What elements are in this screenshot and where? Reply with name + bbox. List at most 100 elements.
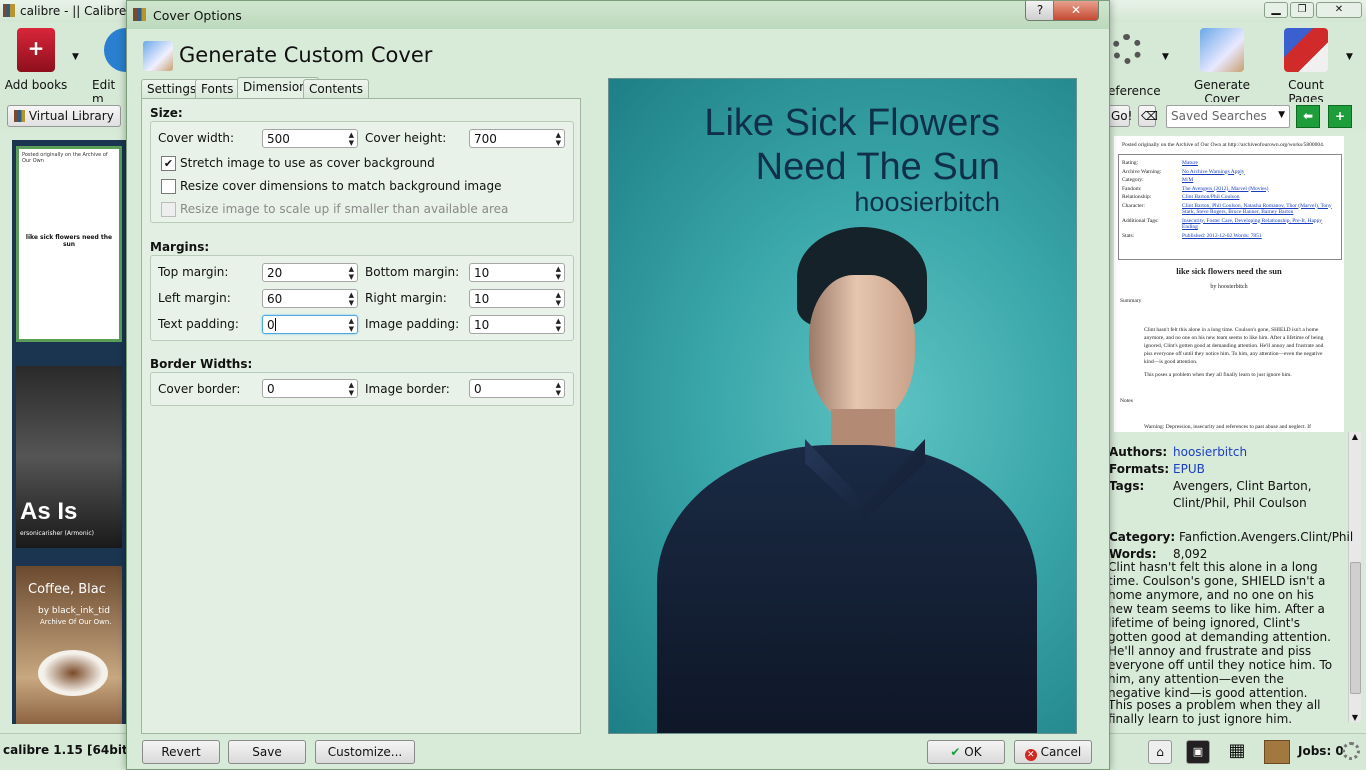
help-button[interactable]: ? <box>1025 1 1055 21</box>
preview-author: hoosierbitch <box>854 187 1000 217</box>
cover-height-spinbox[interactable]: 700 ▲ ▼ <box>469 129 565 148</box>
top-margin-label: Top margin: <box>158 265 229 279</box>
spin-arrows-icon[interactable]: ▲ ▼ <box>556 265 561 281</box>
metadata-value[interactable]: Clint Barton/Phil Coulson <box>1182 194 1239 201</box>
count-pages-button[interactable]: Count Pages <box>1270 28 1342 106</box>
dialog-close-button[interactable]: ✕ <box>1053 1 1099 21</box>
stretch-image-checkbox[interactable]: ✔ <box>161 156 176 171</box>
authors-link[interactable]: hoosierbitch <box>1173 444 1247 461</box>
cover-flow-icon[interactable]: ▣ <box>1186 740 1210 764</box>
metadata-value[interactable]: The Avengers (2012), Marvel (Movies) <box>1182 186 1269 193</box>
tag-icon[interactable]: ⌂ <box>1148 740 1172 764</box>
metadata-value[interactable]: Published: 2012-12-02 Words: 7851 <box>1182 233 1262 240</box>
books-icon <box>14 110 25 122</box>
spin-arrows-icon[interactable]: ▲ ▼ <box>349 381 354 397</box>
stretch-image-label[interactable]: Stretch image to use as cover background <box>180 156 435 170</box>
add-books-button[interactable]: + Add books <box>4 28 68 92</box>
clear-search-icon[interactable]: ⌫ <box>1138 105 1158 127</box>
resize-dimensions-checkbox[interactable] <box>161 179 176 194</box>
formats-link[interactable]: EPUB <box>1173 461 1205 478</box>
customize-button[interactable]: Customize... <box>315 740 415 764</box>
cover-grid[interactable]: Posted originally on the Archive of Our … <box>12 140 126 724</box>
image-padding-spinbox[interactable]: 10 ▲ ▼ <box>469 315 565 334</box>
virtual-library-button[interactable]: Virtual Library <box>7 105 121 127</box>
spin-arrows-icon[interactable]: ▲ ▼ <box>349 265 354 281</box>
border-widths-group: Cover border: 0 ▲ ▼ Image border: 0 ▲ ▼ <box>150 372 574 406</box>
cover-thumbnail[interactable]: Posted originally on the Archive of Our … <box>16 146 122 342</box>
cover-width-spinbox[interactable]: 500 ▲ ▼ <box>262 129 358 148</box>
bottom-margin-spinbox[interactable]: 10 ▲ ▼ <box>469 263 565 282</box>
cover-thumbnail[interactable]: As Is ersonicarisher (Armonic) <box>16 366 122 548</box>
scroll-down-icon[interactable]: ▼ <box>1349 713 1361 722</box>
chevron-down-icon: ▼ <box>1278 110 1285 120</box>
description-text-2: This poses a problem when they all final… <box>1108 698 1321 726</box>
metadata-row: Rating: Mature <box>1122 160 1336 167</box>
metadata-key: Category: <box>1122 177 1144 183</box>
metadata-row: Stats: Published: 2012-12-02 Words: 7851 <box>1122 233 1336 240</box>
go-button[interactable]: Go! <box>1108 105 1132 127</box>
image-padding-label: Image padding: <box>365 317 460 331</box>
spin-arrows-icon[interactable]: ▲ ▼ <box>349 131 354 147</box>
add-saved-search-icon[interactable]: + <box>1328 105 1352 128</box>
scrollbar-thumb[interactable] <box>1350 562 1361 694</box>
dialog-heading: Generate Custom Cover <box>179 43 433 67</box>
preferences-button[interactable]: eferences <box>1108 28 1160 98</box>
count-pages-dropdown-icon[interactable]: ▼ <box>1346 52 1353 62</box>
preferences-dropdown-icon[interactable]: ▼ <box>1162 52 1169 62</box>
metadata-value[interactable]: Insecurity, Foster Care, Developing Rela… <box>1182 218 1336 231</box>
maximize-window-button[interactable]: ❐ <box>1290 2 1314 18</box>
dialog-title: Cover Options <box>153 8 242 23</box>
revert-button[interactable]: Revert <box>142 740 220 764</box>
minimize-window-button[interactable]: ▁ <box>1264 2 1288 18</box>
cover-thumbnail[interactable]: Coffee, Blac by black_ink_tid Archive Of… <box>16 566 122 724</box>
top-margin-value: 20 <box>267 266 283 280</box>
metadata-value[interactable]: No Archive Warnings Apply <box>1182 169 1245 176</box>
spin-arrows-icon[interactable]: ▲ ▼ <box>349 317 354 333</box>
preferences-label: eferences <box>1108 84 1160 98</box>
saved-searches-select[interactable]: Saved Searches ▼ <box>1166 105 1290 128</box>
border-widths-section-title: Border Widths: <box>150 357 253 371</box>
cover-border-spinbox[interactable]: 0 ▲ ▼ <box>262 379 358 398</box>
top-margin-spinbox[interactable]: 20 ▲ ▼ <box>262 263 358 282</box>
description-text: Clint hasn't felt this alone in a long t… <box>1108 560 1333 700</box>
right-margin-spinbox[interactable]: 10 ▲ ▼ <box>469 289 565 308</box>
add-books-dropdown-icon[interactable]: ▼ <box>72 52 79 62</box>
cancel-button[interactable]: ✕ Cancel <box>1014 740 1092 764</box>
spin-arrows-icon[interactable]: ▲ ▼ <box>556 291 561 307</box>
left-margin-label: Left margin: <box>158 291 231 305</box>
back-arrow-icon[interactable]: ⬅ <box>1296 105 1320 128</box>
cover-width-label: Cover width: <box>158 131 235 145</box>
metadata-row: Character: Clint Barton, Phil Coulson, Na… <box>1122 203 1336 216</box>
text-padding-value: 0 <box>267 318 275 332</box>
metadata-value[interactable]: Mature <box>1182 160 1198 167</box>
metadata-row: Relationship: Clint Barton/Phil Coulson <box>1122 194 1336 201</box>
image-border-spinbox[interactable]: 0 ▲ ▼ <box>469 379 565 398</box>
image-border-label: Image border: <box>365 382 450 396</box>
metadata-key: Fandom: <box>1122 185 1142 192</box>
left-margin-spinbox[interactable]: 60 ▲ ▼ <box>262 289 358 308</box>
right-margin-label: Right margin: <box>365 291 447 305</box>
save-button[interactable]: Save <box>228 740 306 764</box>
scroll-up-icon[interactable]: ▲ <box>1349 432 1361 441</box>
metadata-value[interactable]: M/M <box>1182 177 1193 184</box>
edit-metadata-button[interactable]: Edit m <box>90 28 126 106</box>
authors-label: Authors: <box>1109 445 1168 459</box>
spin-arrows-icon[interactable]: ▲ ▼ <box>556 131 561 147</box>
grid-view-icon[interactable]: ▦ <box>1224 740 1250 762</box>
details-scrollbar[interactable]: ▲ ▼ <box>1348 432 1361 722</box>
spin-arrows-icon[interactable]: ▲ ▼ <box>349 291 354 307</box>
generate-cover-button[interactable]: Generate Cover <box>1180 28 1264 106</box>
spin-arrows-icon[interactable]: ▲ ▼ <box>556 317 561 333</box>
spin-arrows-icon[interactable]: ▲ ▼ <box>556 381 561 397</box>
jobs-counter[interactable]: Jobs: 0 <box>1298 744 1344 758</box>
virtual-library-label: Virtual Library <box>28 109 114 123</box>
close-window-button[interactable]: ✕ <box>1316 2 1362 18</box>
resize-dimensions-label[interactable]: Resize cover dimensions to match backgro… <box>180 179 501 193</box>
book-details-panel: Posted originally on the Archive of Our … <box>1108 132 1366 732</box>
preview-title-line1: Like Sick Flowers <box>704 102 1000 144</box>
book-details-icon[interactable] <box>1264 740 1290 764</box>
thumbnail-title: Coffee, Blac <box>28 582 106 597</box>
metadata-value[interactable]: Clint Barton, Phil Coulson, Natasha Roma… <box>1182 203 1336 216</box>
ok-button[interactable]: ✔ OK <box>927 740 1005 764</box>
text-padding-spinbox[interactable]: 0 ▲ ▼ <box>262 315 358 334</box>
